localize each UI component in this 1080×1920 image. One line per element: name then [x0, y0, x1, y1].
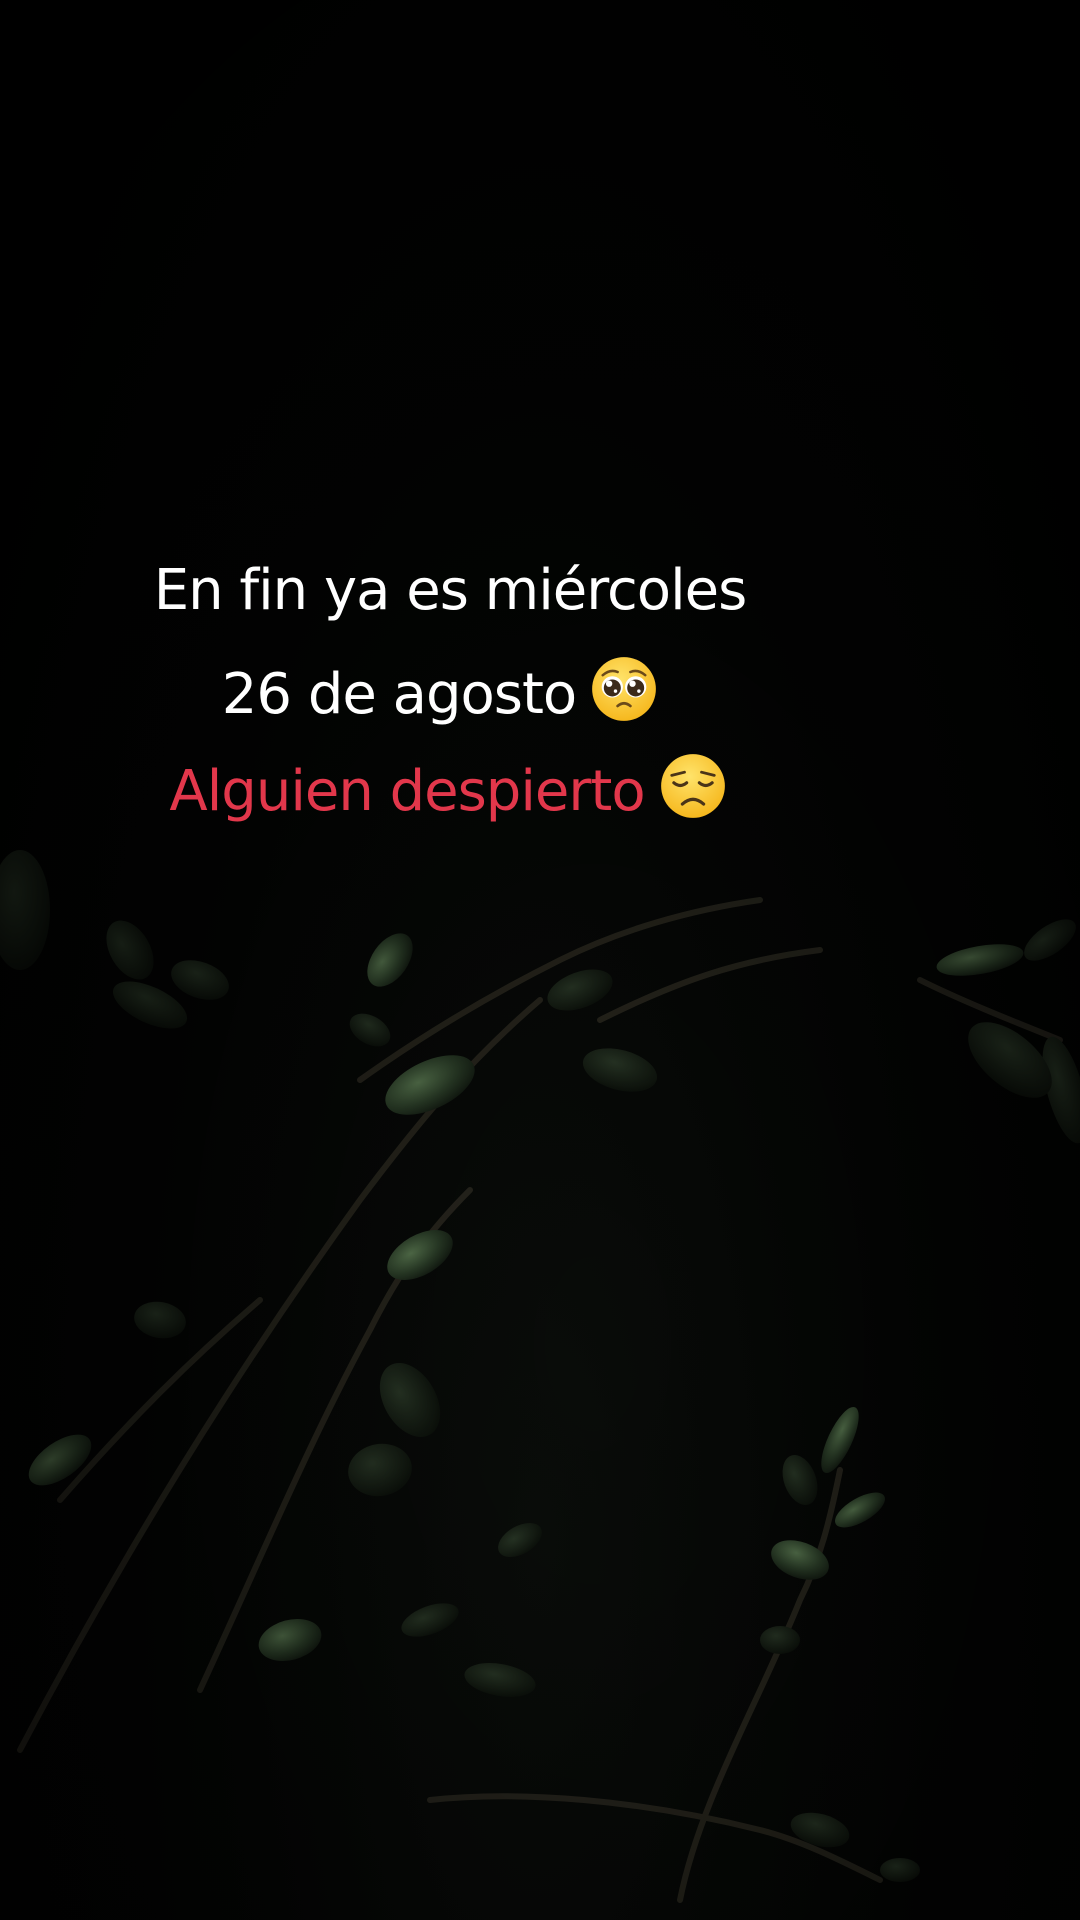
- caption-line-3: Alguien despierto: [0, 752, 988, 820]
- caption-line-2: 26 de agosto: [0, 655, 980, 723]
- pleading-face-icon: [592, 657, 657, 721]
- caption-line-3-text: Alguien despierto: [169, 759, 645, 824]
- night-foliage-image: [0, 0, 1080, 1920]
- photo-background: En fin ya es miércoles 26 de agosto Algu…: [0, 0, 1080, 1920]
- caption-line-1: En fin ya es miércoles: [0, 563, 990, 619]
- caption-line-2-text: 26 de agosto: [221, 662, 577, 727]
- caption-line-1-text: En fin ya es miércoles: [153, 558, 748, 623]
- disappointed-face-icon: [660, 754, 725, 818]
